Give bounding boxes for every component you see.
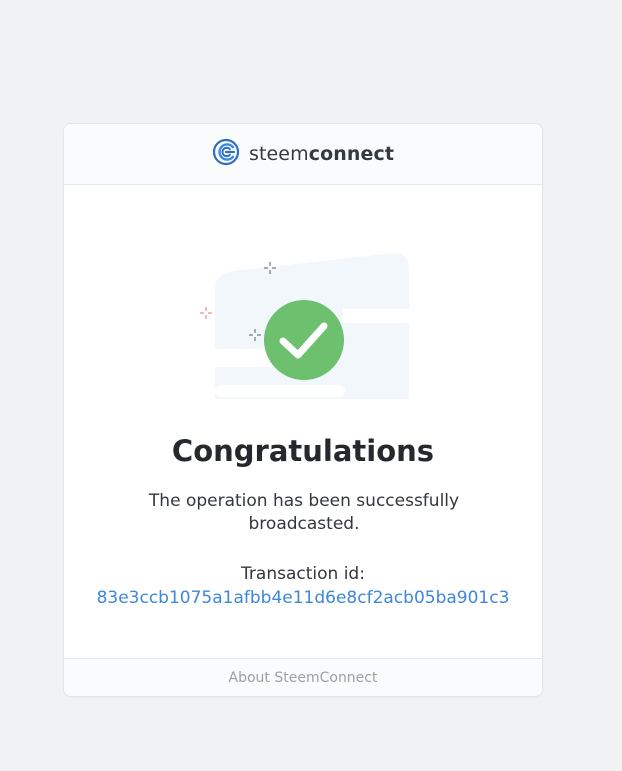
success-illustration (197, 249, 413, 399)
success-message: The operation has been successfully broa… (148, 491, 460, 534)
page-title: Congratulations (171, 434, 435, 468)
steemconnect-logo-icon (212, 138, 240, 170)
brand-name-light: steem (248, 143, 309, 165)
card-header: steemconnect (64, 124, 542, 185)
success-card: steemconnect Congratulations The operati… (63, 123, 543, 697)
checkmark-circle-icon (264, 300, 344, 380)
transaction-id-link[interactable]: 83e3ccb1075a1afbb4e11d6e8cf2acb05ba901c3 (64, 588, 542, 608)
brand-name-bold: connect (308, 143, 395, 165)
transaction-id-label: Transaction id: (241, 564, 365, 584)
brand-name: steemconnect (249, 143, 394, 165)
card-footer: About SteemConnect (64, 658, 542, 696)
about-steemconnect-link[interactable]: About SteemConnect (229, 670, 378, 686)
